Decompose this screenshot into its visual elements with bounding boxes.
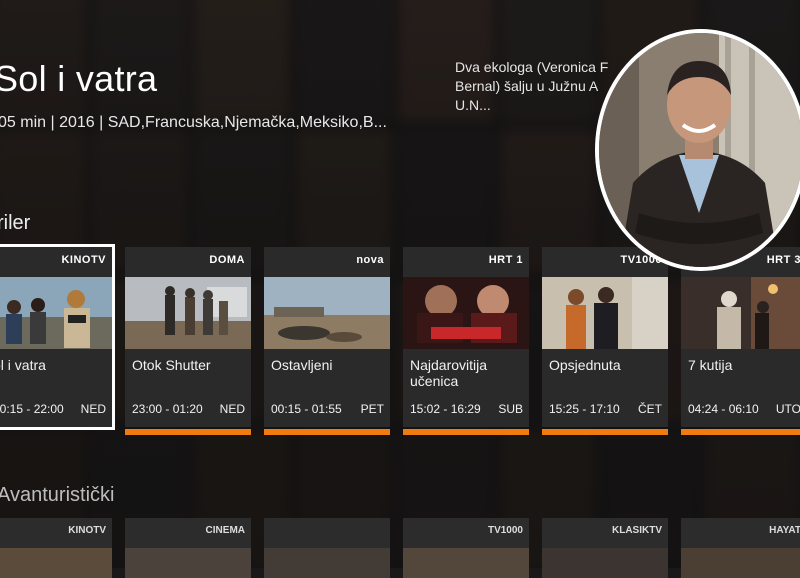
program-card[interactable]: HAYAT	[681, 518, 800, 578]
program-thumbnail	[681, 548, 800, 578]
program-day: PET	[360, 402, 384, 416]
channel-logo: KINOTV	[68, 525, 106, 536]
channel-logo-bar: nova	[264, 247, 390, 277]
program-thumbnail	[264, 277, 390, 349]
program-name: 7 kutija	[688, 357, 733, 373]
channel-logo: TV1000	[487, 525, 523, 536]
channel-logo-bar: HRT 1	[403, 247, 529, 277]
program-card[interactable]: TV1000	[403, 518, 529, 578]
program-thumbnail	[681, 277, 800, 349]
program-time: 04:24 - 06:10	[688, 402, 759, 416]
program-time: 15:25 - 17:10	[549, 402, 620, 416]
program-card[interactable]: KINOTV ol i vatra 00:15 - 22:00 NED	[0, 244, 115, 430]
channel-logo: CINEMA	[205, 525, 245, 536]
program-thumbnail	[0, 277, 112, 349]
program-card[interactable]: nova Ostavljeni 00:15 - 01:55 PET	[264, 247, 390, 435]
channel-logo: DOMA	[209, 254, 245, 266]
program-card[interactable]	[264, 518, 390, 578]
channel-logo: KLASIKTV	[612, 525, 662, 536]
program-card[interactable]: KLASIKTV	[542, 518, 668, 578]
channel-logo-bar: DOMA	[125, 247, 251, 277]
program-card[interactable]: HRT 3 7 kutija 04:24 - 06:10 UTO	[681, 247, 800, 435]
channel-logo: nova	[356, 254, 384, 266]
movie-title: Sol i vatra	[0, 58, 158, 99]
progress-bar	[403, 429, 529, 435]
channel-logo: HRT 1	[488, 254, 523, 266]
program-day: UTO	[775, 402, 800, 416]
progress-bar	[264, 429, 390, 435]
program-card[interactable]: KINOTV	[0, 518, 112, 578]
program-name: Ostavljeni	[271, 357, 333, 373]
program-name: Otok Shutter	[132, 357, 211, 373]
program-card[interactable]: TV1000 Opsjednuta 15:25 - 17:10 ČET	[542, 247, 668, 435]
progress-bar	[542, 429, 668, 435]
section-title-adventure: Avanturistički	[0, 484, 115, 506]
avatar	[595, 29, 800, 271]
section-title-trailer: riler	[0, 212, 31, 234]
program-card[interactable]: HRT 1 Najdarovitija učenica 15:02 - 16:2…	[403, 247, 529, 435]
progress-bar	[681, 429, 800, 435]
program-day: ČET	[638, 402, 662, 416]
channel-logo: KINOTV	[61, 254, 106, 266]
program-thumbnail	[125, 548, 251, 578]
program-thumbnail	[403, 277, 529, 349]
program-card[interactable]: CINEMA	[125, 518, 251, 578]
program-name: ol i vatra	[0, 357, 46, 373]
channel-logo: HAYAT	[769, 525, 800, 536]
program-name: Opsjednuta	[549, 357, 621, 373]
program-day: SUB	[498, 402, 523, 416]
program-day: NED	[219, 402, 245, 416]
program-time: 23:00 - 01:20	[132, 402, 203, 416]
program-time: 15:02 - 16:29	[410, 402, 481, 416]
movie-meta: 05 min | 2016 | SAD,Francuska,Njemačka,M…	[0, 114, 387, 131]
program-time: 00:15 - 22:00	[0, 402, 64, 416]
channel-logo: HRT 3	[766, 254, 800, 266]
program-card[interactable]: DOMA Otok Shutter 23:00 - 01:20 NED	[125, 247, 251, 435]
program-thumbnail	[0, 548, 112, 578]
program-thumbnail	[403, 548, 529, 578]
program-day: NED	[80, 402, 106, 416]
program-name: Najdarovitija učenica	[410, 357, 488, 389]
program-thumbnail	[542, 548, 668, 578]
program-time: 00:15 - 01:55	[271, 402, 342, 416]
program-thumbnail	[264, 548, 390, 578]
channel-logo-bar: KINOTV	[0, 247, 112, 277]
program-thumbnail	[125, 277, 251, 349]
progress-bar	[125, 429, 251, 435]
program-thumbnail	[542, 277, 668, 349]
